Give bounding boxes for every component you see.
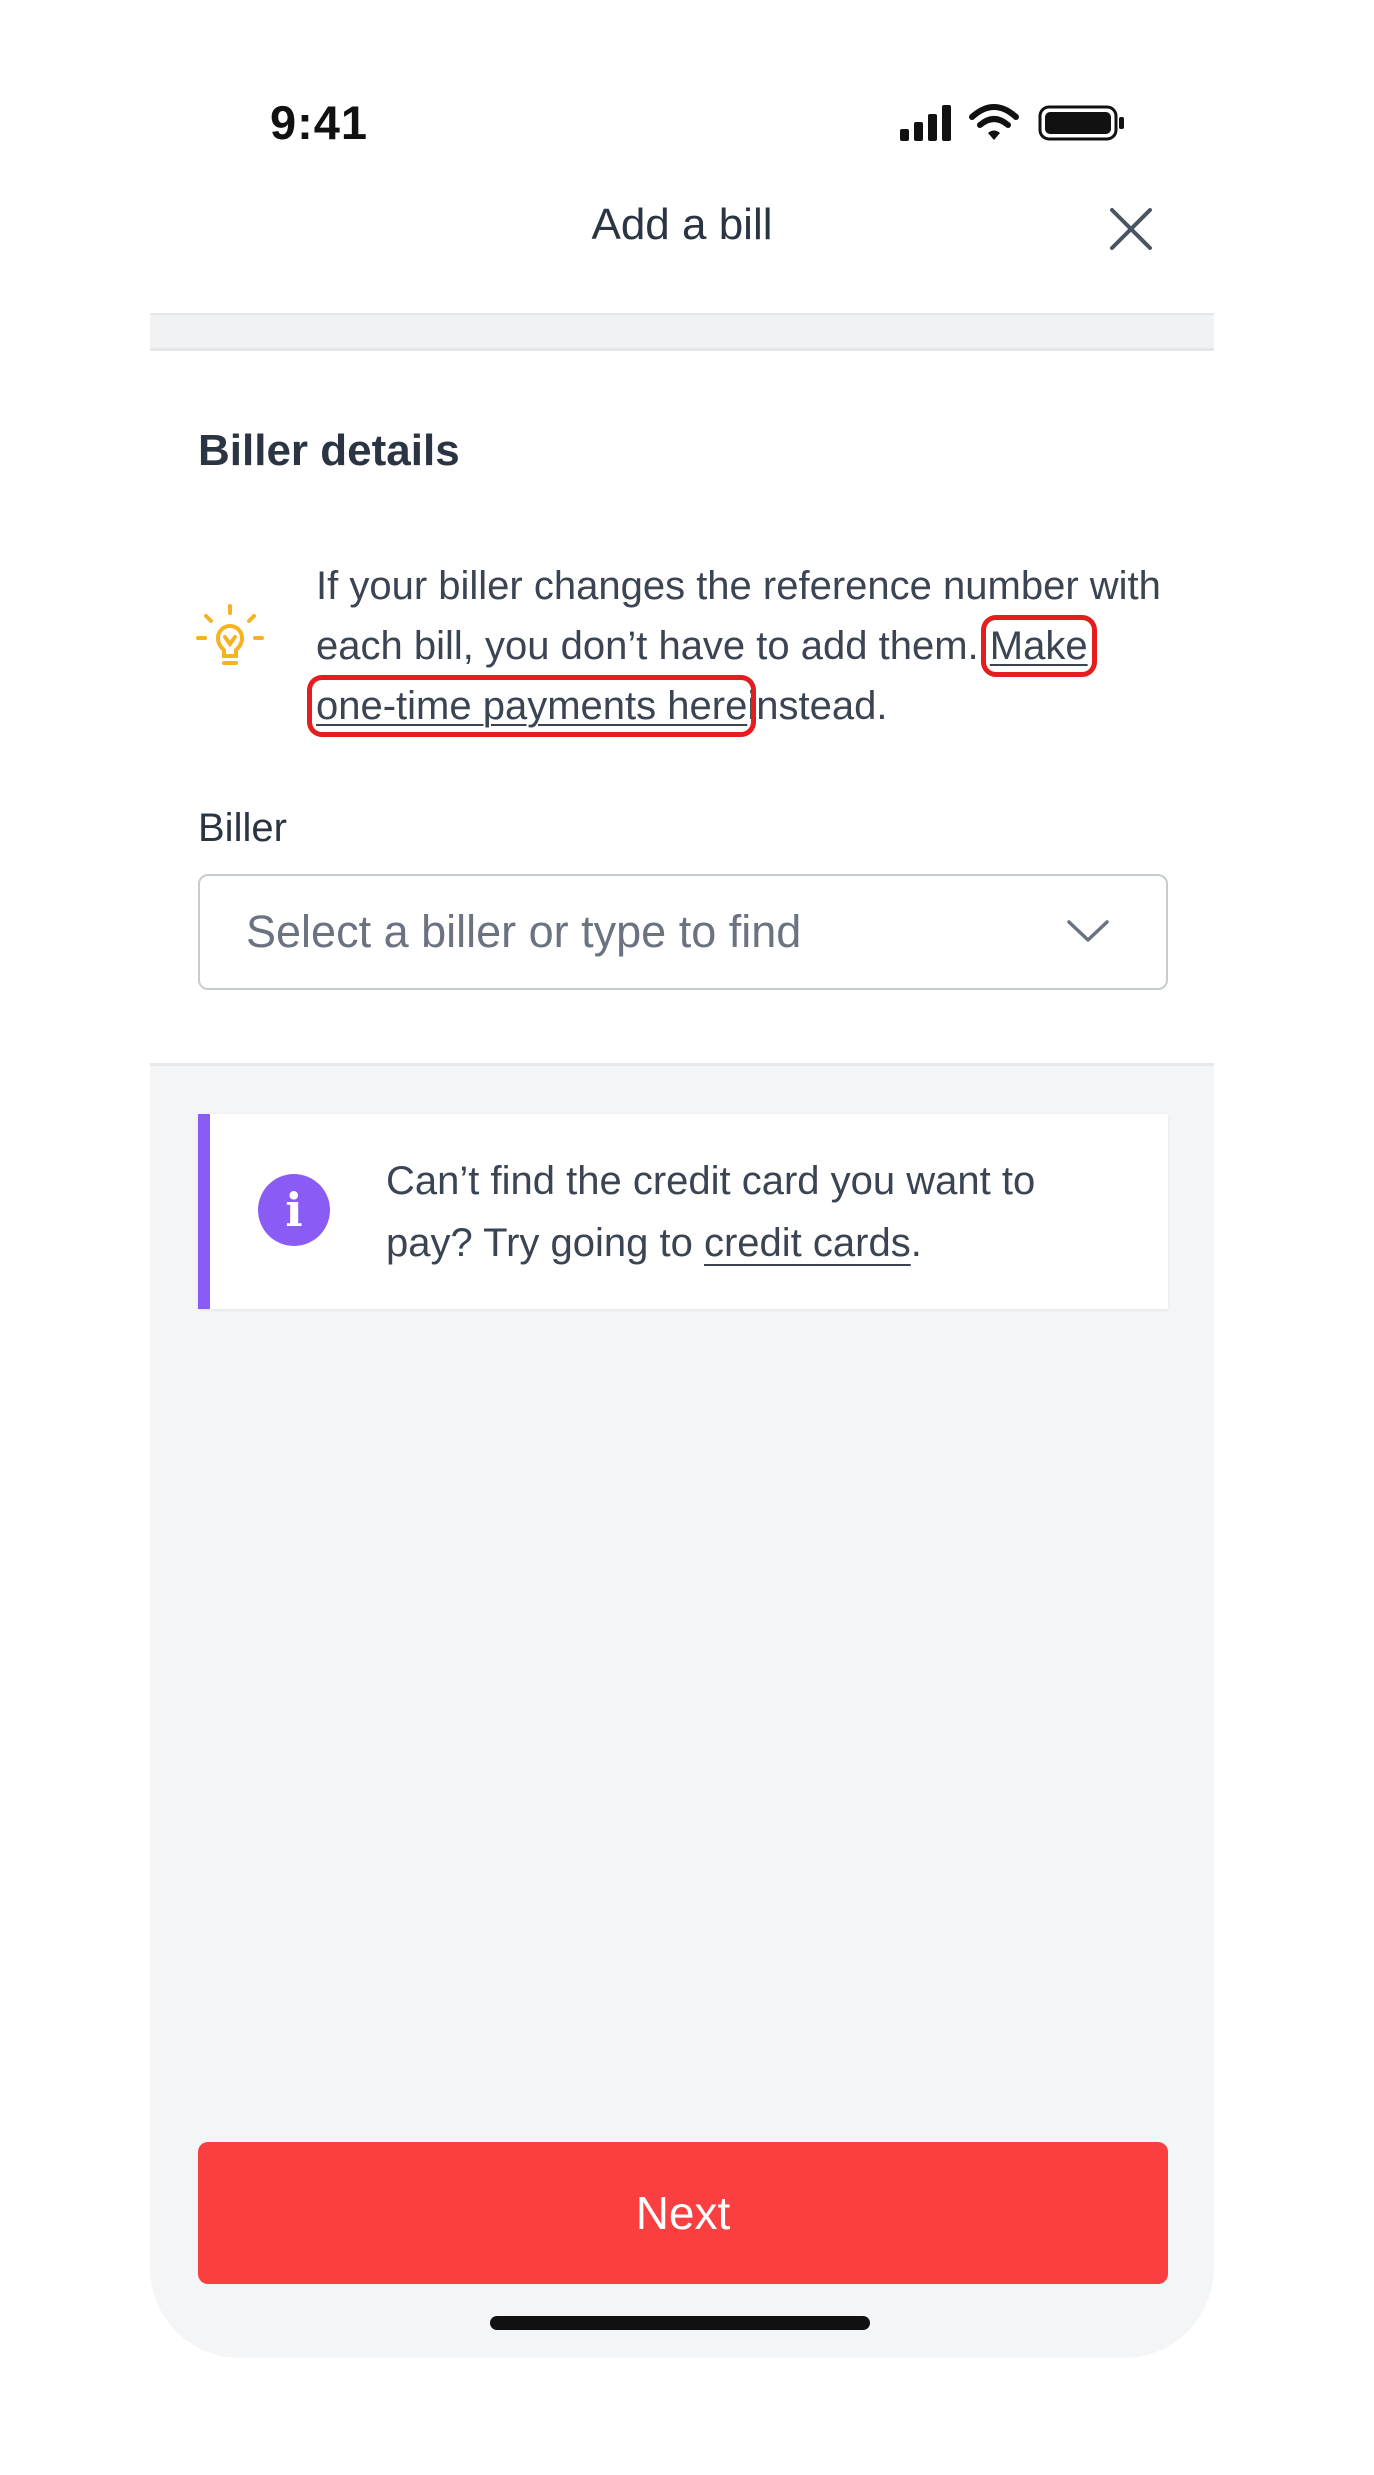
wifi-icon [969,104,1019,140]
screen-body: Biller details If your biller changes th… [150,313,1214,2358]
status-bar: 9:41 [150,95,1130,155]
tip-text-suffix: instead. [747,684,888,728]
chevron-down-icon [1065,916,1111,946]
biller-select[interactable]: Select a biller or type to find [198,874,1168,990]
section-title: Biller details [198,426,460,475]
info-text-suffix: . [910,1221,922,1265]
biller-details-card: Biller details If your biller changes th… [150,351,1214,1066]
status-icons [900,103,1130,143]
status-time: 9:41 [270,96,369,149]
info-text: Can’t find the credit card you want to p… [386,1150,1126,1274]
next-button[interactable]: Next [198,2142,1168,2284]
tip-text: If your biller changes the reference num… [307,556,1176,737]
cellular-signal-icon [900,105,951,141]
header: Add a bill [150,190,1214,310]
header-divider [150,313,1214,351]
credit-card-info-banner: i Can’t find the credit card you want to… [198,1114,1168,1309]
close-icon[interactable] [1106,204,1156,254]
home-indicator [490,2316,870,2330]
credit-cards-link[interactable]: credit cards [704,1221,911,1265]
add-bill-screen: 9:41 Add a bill Biller details If your b… [0,0,1374,2475]
info-icon: i [258,1174,330,1246]
page-title: Add a bill [591,200,773,249]
biller-select-placeholder: Select a biller or type to find [246,906,802,957]
biller-field-label: Biller [198,806,287,850]
battery-icon [1038,105,1124,141]
lightbulb-icon [196,604,264,676]
